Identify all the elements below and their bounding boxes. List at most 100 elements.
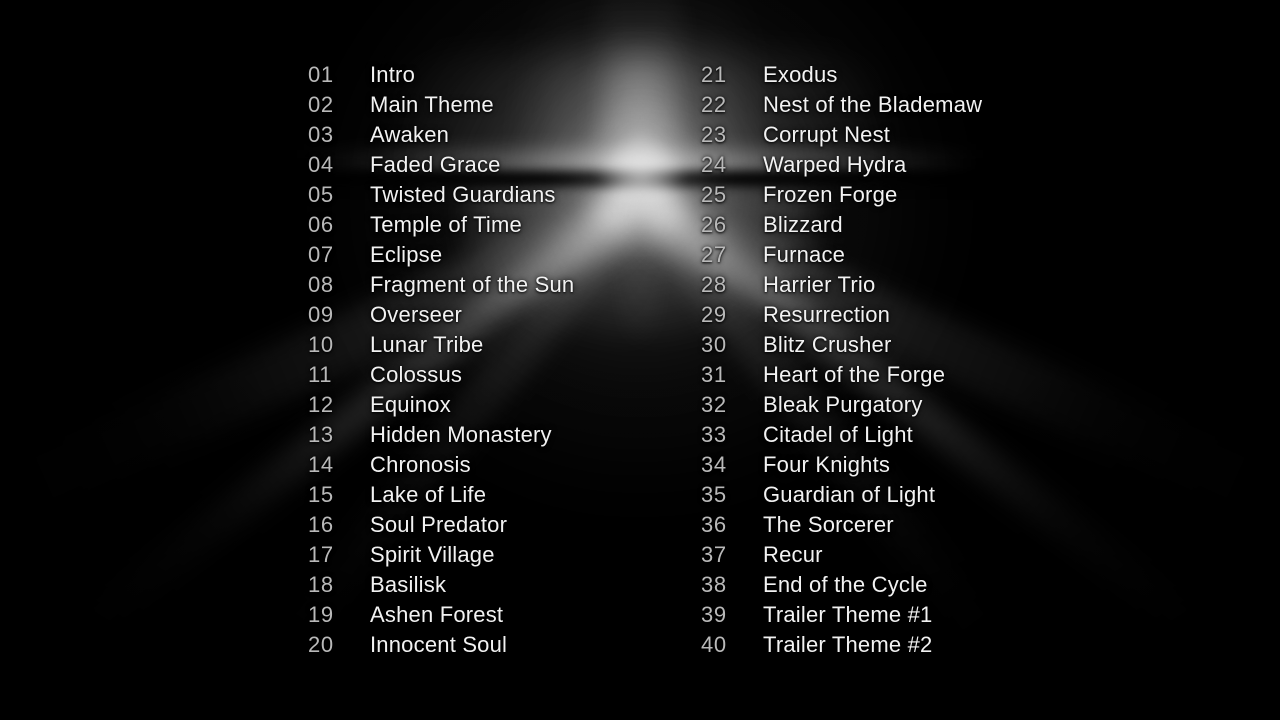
- track-title: Main Theme: [370, 92, 494, 117]
- track-row[interactable]: 25 Frozen Forge: [701, 180, 982, 210]
- track-row[interactable]: 13 Hidden Monastery: [308, 420, 574, 450]
- track-number: 30: [701, 332, 727, 357]
- track-title: Equinox: [370, 392, 451, 417]
- track-row[interactable]: 07 Eclipse: [308, 240, 574, 270]
- track-title: Colossus: [370, 362, 463, 387]
- track-number: 05: [308, 182, 334, 207]
- track-row[interactable]: 27 Furnace: [701, 240, 982, 270]
- track-row[interactable]: 05 Twisted Guardians: [308, 180, 574, 210]
- track-number: 31: [701, 362, 727, 387]
- track-column-left: 01 Intro 02 Main Theme 03 Awaken 04 Faded Grace…: [308, 60, 574, 660]
- track-title: Basilisk: [370, 572, 447, 597]
- track-number: 02: [308, 92, 334, 117]
- track-title: Chronosis: [370, 452, 471, 477]
- track-title: Soul Predator: [370, 512, 508, 537]
- track-row[interactable]: 35 Guardian of Light: [701, 480, 982, 510]
- track-row[interactable]: 21 Exodus: [701, 60, 982, 90]
- track-number: 04: [308, 152, 334, 177]
- track-row[interactable]: 20 Innocent Soul: [308, 630, 574, 660]
- track-row[interactable]: 38 End of the Cycle: [701, 570, 982, 600]
- track-row[interactable]: 28 Harrier Trio: [701, 270, 982, 300]
- track-title: Warped Hydra: [763, 152, 907, 177]
- track-row[interactable]: 23 Corrupt Nest: [701, 120, 982, 150]
- track-row[interactable]: 40 Trailer Theme #2: [701, 630, 982, 660]
- track-row[interactable]: 12 Equinox: [308, 390, 574, 420]
- track-title: Four Knights: [763, 452, 891, 477]
- track-number: 06: [308, 212, 334, 237]
- track-row[interactable]: 39 Trailer Theme #1: [701, 600, 982, 630]
- track-title: Temple of Time: [370, 212, 522, 237]
- track-number: 28: [701, 272, 727, 297]
- track-number: 03: [308, 122, 334, 147]
- track-title: Ashen Forest: [370, 602, 504, 627]
- track-number: 10: [308, 332, 334, 357]
- track-row[interactable]: 06 Temple of Time: [308, 210, 574, 240]
- track-number: 39: [701, 602, 727, 627]
- track-number: 20: [308, 632, 334, 657]
- track-row[interactable]: 36 The Sorcerer: [701, 510, 982, 540]
- track-number: 34: [701, 452, 727, 477]
- track-number: 08: [308, 272, 334, 297]
- track-title: End of the Cycle: [763, 572, 928, 597]
- track-number: 23: [701, 122, 727, 147]
- track-row[interactable]: 09 Overseer: [308, 300, 574, 330]
- track-title: Innocent Soul: [370, 632, 508, 657]
- tracklist-screen: 01 Intro 02 Main Theme 03 Awaken 04 Faded Grace…: [0, 0, 1280, 720]
- track-title: Spirit Village: [370, 542, 495, 567]
- track-row[interactable]: 17 Spirit Village: [308, 540, 574, 570]
- track-number: 21: [701, 62, 727, 87]
- track-row[interactable]: 14 Chronosis: [308, 450, 574, 480]
- track-number: 26: [701, 212, 727, 237]
- track-row[interactable]: 01 Intro: [308, 60, 574, 90]
- track-number: 12: [308, 392, 334, 417]
- track-row[interactable]: 24 Warped Hydra: [701, 150, 982, 180]
- track-row[interactable]: 32 Bleak Purgatory: [701, 390, 982, 420]
- track-number: 35: [701, 482, 727, 507]
- track-title: Recur: [763, 542, 823, 567]
- track-row[interactable]: 04 Faded Grace: [308, 150, 574, 180]
- track-row[interactable]: 16 Soul Predator: [308, 510, 574, 540]
- track-title: Trailer Theme #1: [763, 602, 933, 627]
- track-row[interactable]: 30 Blitz Crusher: [701, 330, 982, 360]
- track-row[interactable]: 15 Lake of Life: [308, 480, 574, 510]
- track-row[interactable]: 03 Awaken: [308, 120, 574, 150]
- track-title: Blizzard: [763, 212, 843, 237]
- track-row[interactable]: 26 Blizzard: [701, 210, 982, 240]
- track-number: 24: [701, 152, 727, 177]
- track-title: Exodus: [763, 62, 838, 87]
- track-title: Twisted Guardians: [370, 182, 556, 207]
- track-title: Guardian of Light: [763, 482, 936, 507]
- track-title: Resurrection: [763, 302, 891, 327]
- track-title: Heart of the Forge: [763, 362, 946, 387]
- track-number: 09: [308, 302, 334, 327]
- track-number: 25: [701, 182, 727, 207]
- track-title: Furnace: [763, 242, 846, 267]
- track-title: Faded Grace: [370, 152, 501, 177]
- track-row[interactable]: 11 Colossus: [308, 360, 574, 390]
- track-row[interactable]: 29 Resurrection: [701, 300, 982, 330]
- track-number: 36: [701, 512, 727, 537]
- track-title: Intro: [370, 62, 416, 87]
- track-title: Corrupt Nest: [763, 122, 891, 147]
- track-number: 01: [308, 62, 334, 87]
- track-row[interactable]: 08 Fragment of the Sun: [308, 270, 574, 300]
- track-number: 11: [308, 362, 333, 387]
- track-number: 27: [701, 242, 727, 267]
- track-title: Lunar Tribe: [370, 332, 484, 357]
- track-row[interactable]: 19 Ashen Forest: [308, 600, 574, 630]
- track-number: 37: [701, 542, 727, 567]
- track-row[interactable]: 33 Citadel of Light: [701, 420, 982, 450]
- track-row[interactable]: 34 Four Knights: [701, 450, 982, 480]
- track-row[interactable]: 37 Recur: [701, 540, 982, 570]
- track-row[interactable]: 22 Nest of the Blademaw: [701, 90, 982, 120]
- track-row[interactable]: 18 Basilisk: [308, 570, 574, 600]
- track-title: Trailer Theme #2: [763, 632, 933, 657]
- track-row[interactable]: 10 Lunar Tribe: [308, 330, 574, 360]
- track-row[interactable]: 02 Main Theme: [308, 90, 574, 120]
- track-row[interactable]: 31 Heart of the Forge: [701, 360, 982, 390]
- track-number: 16: [308, 512, 334, 537]
- track-number: 32: [701, 392, 727, 417]
- track-title: Nest of the Blademaw: [763, 92, 983, 117]
- track-number: 29: [701, 302, 727, 327]
- track-number: 15: [308, 482, 334, 507]
